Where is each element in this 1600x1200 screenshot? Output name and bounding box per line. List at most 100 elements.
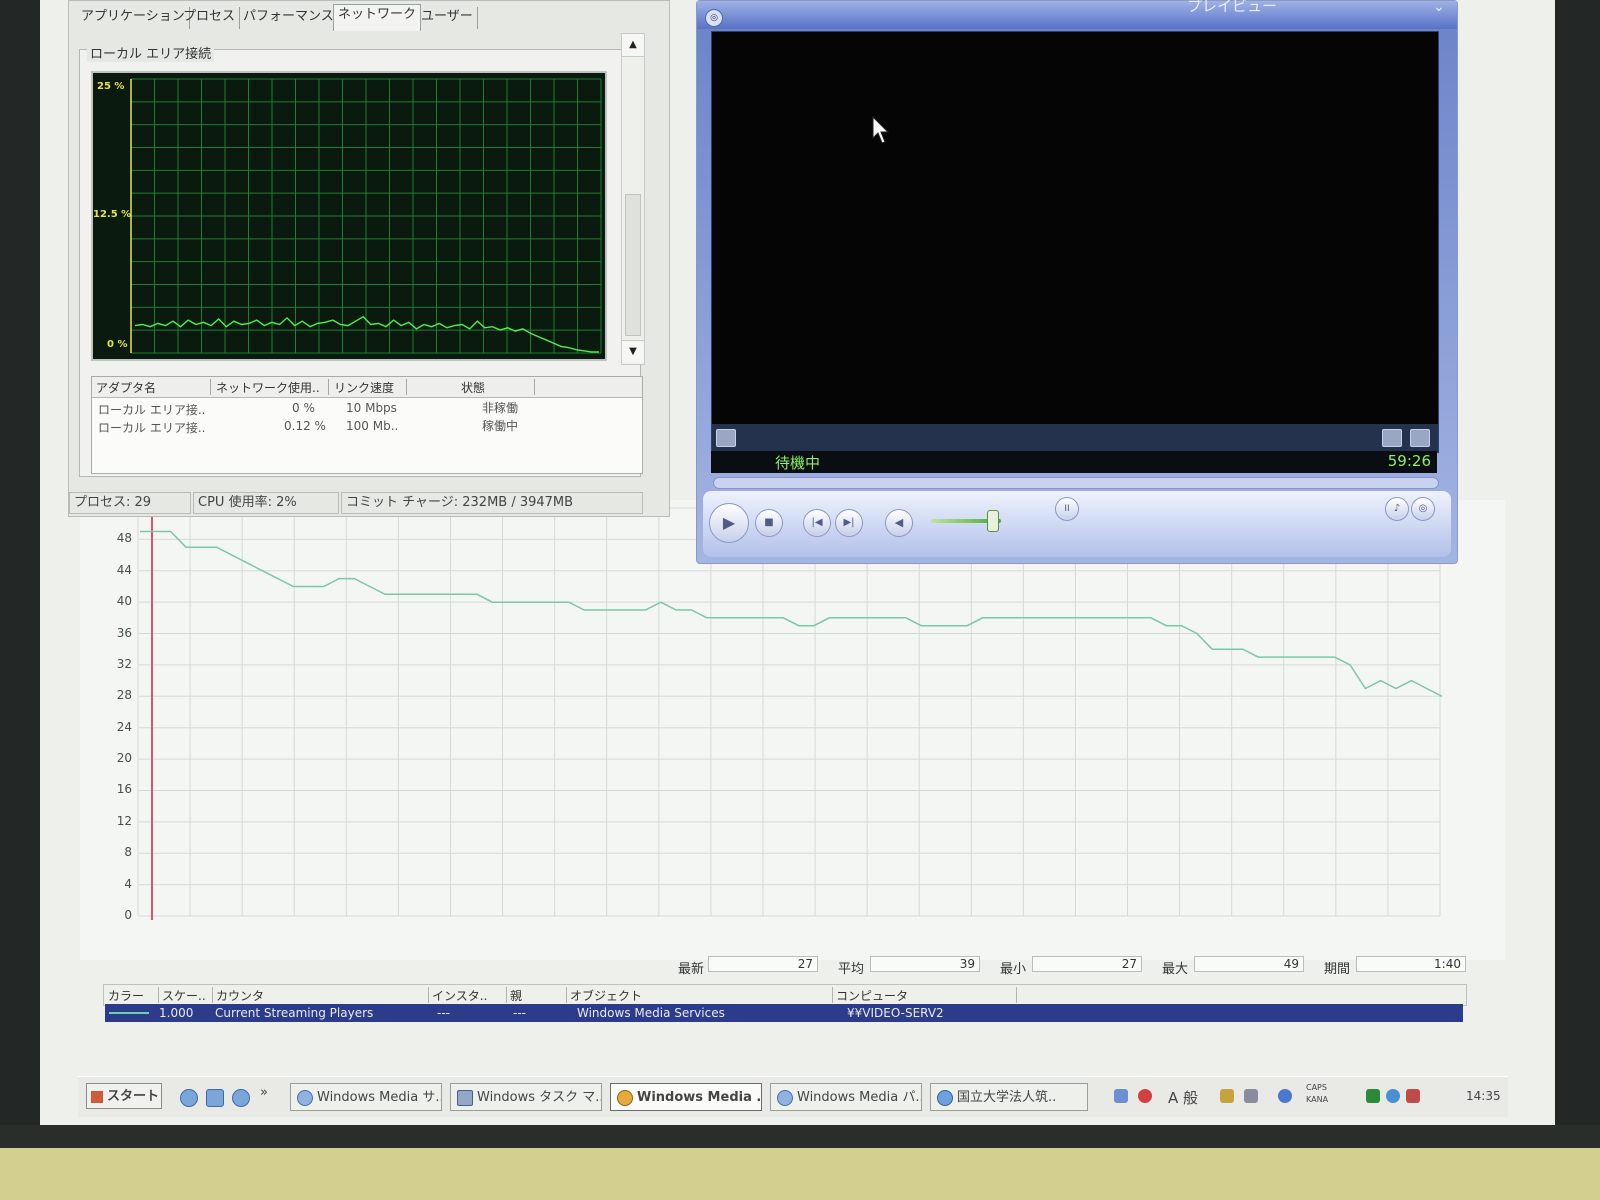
quicklaunch-overflow[interactable]: »: [260, 1085, 268, 1100]
video-resize-button[interactable]: [1382, 429, 1402, 447]
chevron-down-icon[interactable]: ⌄: [1433, 0, 1445, 15]
stat-max-value: 49: [1194, 956, 1304, 972]
graph-label-bottom: 0 %: [107, 339, 128, 350]
media-player-window: ◎ プレイビュー ⌄ 待機中 59:26 ▶ ■ |◀ ▶| ◀ II ♪ ◎: [696, 0, 1458, 564]
network-group-title: ローカル エリア接続: [87, 43, 215, 62]
y-tick-label: 32: [116, 656, 132, 671]
media-player-title[interactable]: プレイビュー: [1187, 0, 1277, 16]
volume-slider-knob[interactable]: [987, 510, 999, 532]
task-button[interactable]: Windows Media サ..: [290, 1083, 442, 1111]
taskbar-clock: 14:35: [1466, 1089, 1501, 1103]
counter-scale: 1.000: [159, 1006, 194, 1020]
network-graph-svg: [130, 78, 602, 354]
mouse-pointer-icon: [872, 116, 890, 144]
task-button-label: Windows Media パ..: [797, 1090, 922, 1105]
kana-indicator: KANA: [1306, 1095, 1329, 1104]
perf-monitor-chart: [80, 500, 1505, 960]
counter-computer: ¥¥VIDEO-SERV2: [847, 1006, 944, 1020]
settings-icon[interactable]: ◎: [1411, 497, 1435, 521]
y-tick-label: 16: [116, 782, 132, 797]
pause-icon[interactable]: II: [1055, 497, 1079, 521]
stat-latest-value: 27: [708, 956, 818, 972]
help-icon[interactable]: [1278, 1089, 1292, 1103]
adapter-state: 稼働中: [482, 419, 519, 433]
media-controls: ▶ ■ |◀ ▶| ◀ II ♪ ◎: [703, 491, 1451, 557]
tray-security-icon[interactable]: [1406, 1089, 1420, 1103]
tab-applications[interactable]: アプリケーション: [77, 7, 190, 29]
tray-alert-icon[interactable]: [1138, 1089, 1152, 1103]
col-object[interactable]: オブジェクト: [566, 987, 833, 1003]
tray-network-icon[interactable]: [1114, 1089, 1128, 1103]
tray-status-icon[interactable]: [1366, 1089, 1380, 1103]
task-manager-statusbar: プロセス: 29 CPU 使用率: 2% コミット チャージ: 232MB / …: [69, 489, 669, 515]
counter-color-swatch: [109, 1012, 149, 1014]
media-player-statusbar: 待機中 59:26: [711, 451, 1437, 473]
media-player-titlebar: ◎ プレイビュー ⌄: [697, 0, 1457, 29]
scroll-up-button[interactable]: ▲: [622, 34, 644, 57]
play-button[interactable]: ▶: [709, 503, 749, 543]
tab-users[interactable]: ユーザー: [417, 7, 478, 29]
col-color[interactable]: カラー: [104, 987, 159, 1003]
tray-tool-icon[interactable]: [1244, 1089, 1258, 1103]
ime-indicator[interactable]: A 般: [1168, 1087, 1198, 1108]
col-computer[interactable]: コンピュータ: [832, 987, 1017, 1003]
y-tick-label: 28: [116, 688, 132, 703]
stat-average-value: 39: [870, 956, 980, 972]
tray-ime-pad-icon[interactable]: [1220, 1089, 1234, 1103]
counter-parent: ---: [513, 1006, 526, 1020]
task-button-active[interactable]: Windows Media ..: [610, 1083, 762, 1111]
col-scale[interactable]: スケー..: [158, 987, 213, 1003]
previous-button[interactable]: |◀: [803, 509, 831, 537]
graph-label-top: 25 %: [97, 81, 125, 92]
network-usage-graph: 25 % 12.5 % 0 %: [91, 71, 607, 361]
task-button[interactable]: Windows Media パ..: [770, 1083, 922, 1111]
col-parent[interactable]: 親: [506, 987, 567, 1003]
y-tick-label: 48: [116, 531, 132, 546]
video-area[interactable]: [711, 31, 1439, 453]
media-player-menu-icon[interactable]: ◎: [705, 9, 723, 27]
task-manager-window: アプリケーション プロセス パフォーマンス ネットワーク ユーザー ローカル エ…: [68, 0, 670, 517]
video-menu-button[interactable]: [716, 429, 736, 447]
fullscreen-button[interactable]: [1410, 429, 1430, 447]
seek-bar[interactable]: [713, 477, 1439, 489]
tab-processes[interactable]: プロセス: [179, 7, 241, 29]
adapter-usage: 0 %: [292, 401, 315, 415]
scroll-down-button[interactable]: ▼: [622, 340, 644, 363]
tab-performance[interactable]: パフォーマンス: [239, 7, 339, 29]
status-commit: コミット チャージ: 232MB / 3947MB: [341, 492, 643, 514]
col-state[interactable]: 状態: [408, 379, 535, 395]
taskbar: スタート » Windows Media サ.. Windows タスク マ..…: [78, 1076, 1508, 1117]
y-tick-label: 44: [116, 562, 132, 577]
y-tick-label: 12: [116, 813, 132, 828]
start-button[interactable]: スタート: [86, 1083, 162, 1109]
task-button-label: Windows タスク マ..: [477, 1090, 602, 1105]
playback-status: 待機中: [775, 454, 821, 472]
col-adapter-name[interactable]: アダプタ名: [92, 379, 211, 395]
task-button[interactable]: Windows タスク マ..: [450, 1083, 602, 1111]
col-instance[interactable]: インスタ..: [428, 987, 507, 1003]
col-link-speed[interactable]: リンク速度: [330, 379, 407, 395]
ie-icon[interactable]: [180, 1089, 198, 1107]
col-network-usage[interactable]: ネットワーク使用..: [212, 379, 329, 395]
media-player-quick-icon[interactable]: [232, 1089, 250, 1107]
counter-object: Windows Media Services: [577, 1006, 725, 1020]
task-button[interactable]: 国立大学法人筑..: [930, 1083, 1088, 1111]
col-counter[interactable]: カウンタ: [212, 987, 429, 1003]
counter-row-selected[interactable]: 1.000 Current Streaming Players --- --- …: [105, 1004, 1463, 1022]
graph-scrollbar[interactable]: ▲ ▼: [621, 33, 645, 365]
eq-icon[interactable]: ♪: [1385, 497, 1409, 521]
scroll-thumb[interactable]: [625, 194, 641, 336]
tray-volume-icon[interactable]: [1386, 1089, 1400, 1103]
perf-stats-bar: 最新 27 平均 39 最小 27 最大 49 期間 1:40: [660, 956, 1480, 978]
mute-button[interactable]: ◀: [885, 509, 913, 537]
desktop-icon[interactable]: [206, 1089, 224, 1107]
stop-button[interactable]: ■: [755, 509, 783, 537]
tab-network[interactable]: ネットワーク: [333, 4, 422, 31]
stat-min-value: 27: [1032, 956, 1142, 972]
next-button[interactable]: ▶|: [835, 509, 863, 537]
task-button-label: Windows Media サ..: [317, 1090, 442, 1105]
y-tick-label: 20: [116, 751, 132, 766]
adapter-name: ローカル エリア接..: [98, 403, 206, 417]
y-tick-label: 36: [116, 625, 132, 640]
task-button-label: 国立大学法人筑..: [957, 1090, 1057, 1105]
